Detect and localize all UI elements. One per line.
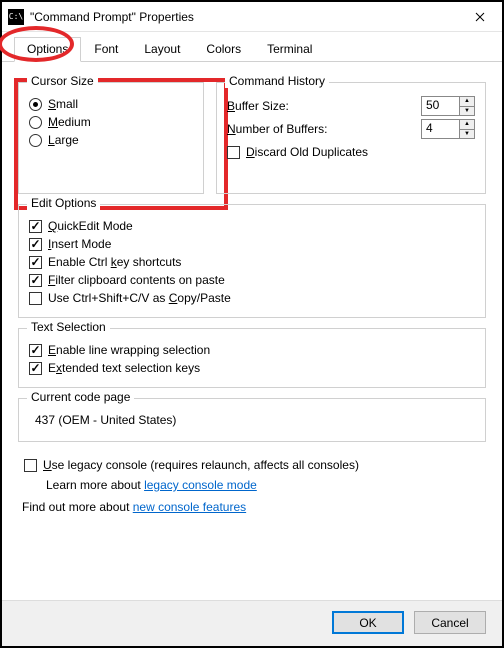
checkbox-icon — [24, 459, 37, 472]
radio-icon — [29, 116, 42, 129]
cursor-size-group: Cursor Size Small Medium Large — [18, 82, 204, 194]
quickedit-checkbox[interactable]: QuickEdit Mode — [29, 219, 475, 233]
code-page-value: 437 (OEM - United States) — [29, 409, 475, 433]
ctrl-shift-cv-checkbox[interactable]: Use Ctrl+Shift+C/V as Copy/Paste — [29, 291, 475, 305]
num-buffers-label: Number of Buffers: — [227, 122, 328, 136]
tab-strip: Options Font Layout Colors Terminal — [2, 32, 502, 62]
tab-content: Cursor Size Small Medium Large Command H… — [2, 62, 502, 522]
quickedit-label: QuickEdit Mode — [48, 219, 133, 233]
insert-mode-label: Insert Mode — [48, 237, 111, 251]
discard-duplicates-label: Discard Old Duplicates — [246, 145, 368, 159]
find-more-prefix: Find out more about — [22, 500, 133, 514]
edit-options-group: Edit Options QuickEdit Mode Insert Mode … — [18, 204, 486, 318]
buffer-size-value[interactable]: 50 — [422, 97, 459, 115]
spinner-up-icon[interactable]: ▲ — [460, 97, 474, 107]
ok-button[interactable]: OK — [332, 611, 404, 634]
legacy-console-link[interactable]: legacy console mode — [144, 478, 257, 492]
num-buffers-spinner[interactable]: 4 ▲▼ — [421, 119, 475, 139]
extended-keys-checkbox[interactable]: Extended text selection keys — [29, 361, 475, 375]
code-page-legend: Current code page — [27, 390, 134, 404]
line-wrap-label: Enable line wrapping selection — [48, 343, 210, 357]
dialog-footer: OK Cancel — [2, 600, 502, 646]
tab-layout[interactable]: Layout — [131, 37, 193, 62]
extended-keys-label: Extended text selection keys — [48, 361, 200, 375]
spinner-down-icon[interactable]: ▼ — [460, 107, 474, 116]
new-console-features-link[interactable]: new console features — [133, 500, 246, 514]
command-history-legend: Command History — [225, 74, 329, 88]
line-wrap-checkbox[interactable]: Enable line wrapping selection — [29, 343, 475, 357]
checkbox-icon — [29, 238, 42, 251]
buffer-size-spinner[interactable]: 50 ▲▼ — [421, 96, 475, 116]
discard-duplicates-checkbox[interactable]: Discard Old Duplicates — [227, 145, 475, 159]
tab-font[interactable]: Font — [81, 37, 131, 62]
legacy-console-section: Use legacy console (requires relaunch, a… — [18, 450, 486, 492]
num-buffers-value[interactable]: 4 — [422, 120, 459, 138]
radio-icon — [29, 98, 42, 111]
spinner-up-icon[interactable]: ▲ — [460, 120, 474, 130]
ctrl-shift-cv-label: Use Ctrl+Shift+C/V as Copy/Paste — [48, 291, 231, 305]
legacy-learn-prefix: Learn more about — [46, 478, 144, 492]
cursor-size-legend: Cursor Size — [27, 74, 98, 88]
cursor-medium-label: Medium — [48, 115, 91, 129]
cursor-small-radio[interactable]: Small — [29, 97, 193, 111]
tab-terminal[interactable]: Terminal — [254, 37, 325, 62]
checkbox-icon — [29, 344, 42, 357]
legacy-learn-more: Learn more about legacy console mode — [46, 478, 486, 492]
tab-colors[interactable]: Colors — [193, 37, 254, 62]
buffer-size-label: Buffer Size: — [227, 99, 289, 113]
cursor-medium-radio[interactable]: Medium — [29, 115, 193, 129]
filter-clipboard-label: Filter clipboard contents on paste — [48, 273, 225, 287]
title-bar: C:\ "Command Prompt" Properties — [2, 2, 502, 32]
tab-options[interactable]: Options — [14, 37, 81, 62]
cursor-large-label: Large — [48, 133, 79, 147]
edit-options-legend: Edit Options — [27, 196, 100, 210]
window-title: "Command Prompt" Properties — [30, 10, 458, 24]
checkbox-icon — [29, 256, 42, 269]
radio-icon — [29, 134, 42, 147]
close-icon — [475, 12, 485, 22]
ctrl-shortcuts-label: Enable Ctrl key shortcuts — [48, 255, 181, 269]
spinner-down-icon[interactable]: ▼ — [460, 130, 474, 139]
filter-clipboard-checkbox[interactable]: Filter clipboard contents on paste — [29, 273, 475, 287]
cursor-small-label: Small — [48, 97, 78, 111]
cancel-button[interactable]: Cancel — [414, 611, 486, 634]
checkbox-icon — [29, 274, 42, 287]
command-history-group: Command History Buffer Size: 50 ▲▼ Numbe… — [216, 82, 486, 194]
text-selection-group: Text Selection Enable line wrapping sele… — [18, 328, 486, 388]
checkbox-icon — [29, 292, 42, 305]
legacy-console-checkbox[interactable]: Use legacy console (requires relaunch, a… — [24, 458, 486, 472]
ctrl-shortcuts-checkbox[interactable]: Enable Ctrl key shortcuts — [29, 255, 475, 269]
checkbox-icon — [29, 362, 42, 375]
legacy-console-label: Use legacy console (requires relaunch, a… — [43, 458, 359, 472]
window-icon: C:\ — [8, 9, 24, 25]
find-out-more: Find out more about new console features — [22, 500, 486, 514]
checkbox-icon — [227, 146, 240, 159]
insert-mode-checkbox[interactable]: Insert Mode — [29, 237, 475, 251]
text-selection-legend: Text Selection — [27, 320, 110, 334]
code-page-group: Current code page 437 (OEM - United Stat… — [18, 398, 486, 442]
checkbox-icon — [29, 220, 42, 233]
cursor-large-radio[interactable]: Large — [29, 133, 193, 147]
close-button[interactable] — [458, 2, 502, 32]
